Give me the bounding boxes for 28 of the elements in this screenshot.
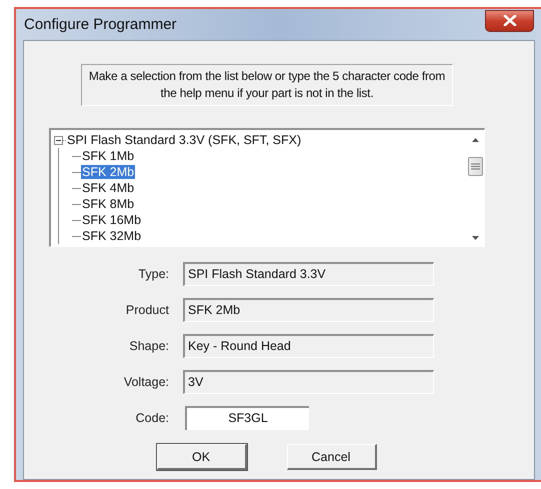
tree-item[interactable]: SFK 8Mb	[81, 197, 136, 211]
tree-item[interactable]: SFK 32Mb	[81, 229, 142, 243]
readonly-field: SFK 2Mb	[183, 298, 434, 322]
field-label: Code:	[134, 411, 170, 425]
field-label: Product	[124, 303, 170, 317]
tree-item[interactable]: SPI Flash Standard 3.3V (SFK, SFT, SFX)	[66, 133, 302, 147]
cancel-button[interactable]: Cancel	[286, 444, 376, 470]
close-button[interactable]	[485, 10, 534, 32]
scroll-down-icon[interactable]	[472, 236, 479, 240]
field-label: Shape:	[128, 339, 170, 353]
tree-item[interactable]: SFK 4Mb	[81, 181, 136, 195]
tree-item[interactable]: SFK 16Mb	[81, 213, 142, 227]
readonly-field: 3V	[183, 370, 434, 394]
scroll-thumb[interactable]	[468, 157, 483, 176]
readonly-field: Key - Round Head	[183, 334, 434, 358]
ok-button[interactable]: OK	[156, 444, 246, 470]
readonly-field: SPI Flash Standard 3.3V	[183, 262, 434, 286]
tree-item[interactable]: SFK 1Mb	[81, 149, 136, 163]
input-field[interactable]: SF3GL	[185, 406, 309, 430]
close-icon	[502, 15, 516, 26]
field-label: Type:	[137, 267, 170, 281]
tree-item[interactable]: SFK 2Mb	[81, 165, 136, 179]
collapse-icon[interactable]	[54, 136, 63, 144]
window-title: Configure Programmer	[24, 16, 177, 33]
instruction-text: Make a selection from the list below or type the 5 character code from the help menu if your part is not in the list.	[81, 64, 453, 106]
grip-icon	[471, 163, 480, 170]
field-label: Voltage:	[122, 375, 170, 389]
scroll-up-icon[interactable]	[472, 138, 479, 142]
